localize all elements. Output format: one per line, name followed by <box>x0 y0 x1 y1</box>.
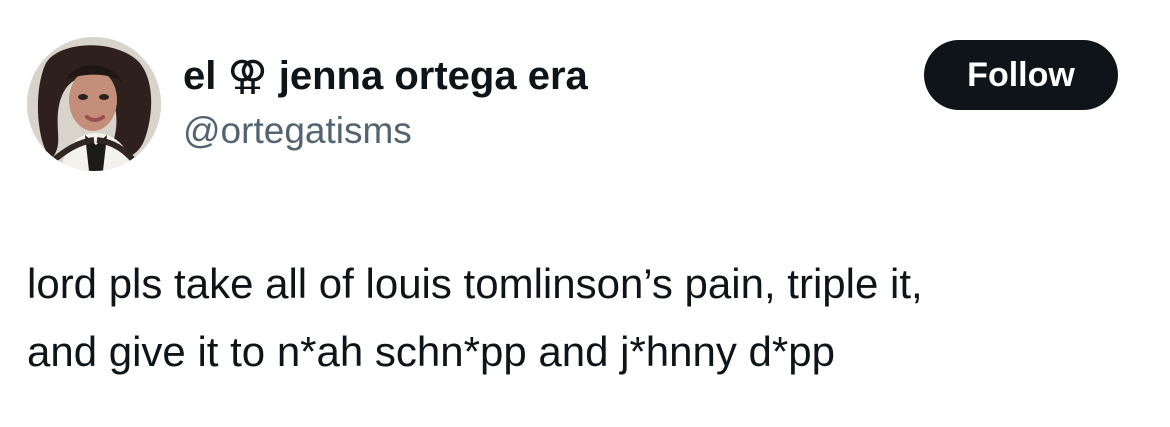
tweet-text-line-2: and give it to n*ah schn*pp and j*hnny d… <box>27 328 835 375</box>
tweet-card: el ⚢ jenna ortega era @ortegatisms Follo… <box>0 0 1170 427</box>
tweet-text-line-1: lord pls take all of louis tomlinson’s p… <box>27 260 923 307</box>
avatar[interactable] <box>27 37 161 171</box>
user-handle[interactable]: @ortegatisms <box>183 106 412 156</box>
tweet-text: lord pls take all of louis tomlinson’s p… <box>27 250 1147 386</box>
display-name[interactable]: el ⚢ jenna ortega era <box>183 48 588 104</box>
follow-button[interactable]: Follow <box>924 40 1118 110</box>
profile-photo-icon <box>27 37 161 171</box>
